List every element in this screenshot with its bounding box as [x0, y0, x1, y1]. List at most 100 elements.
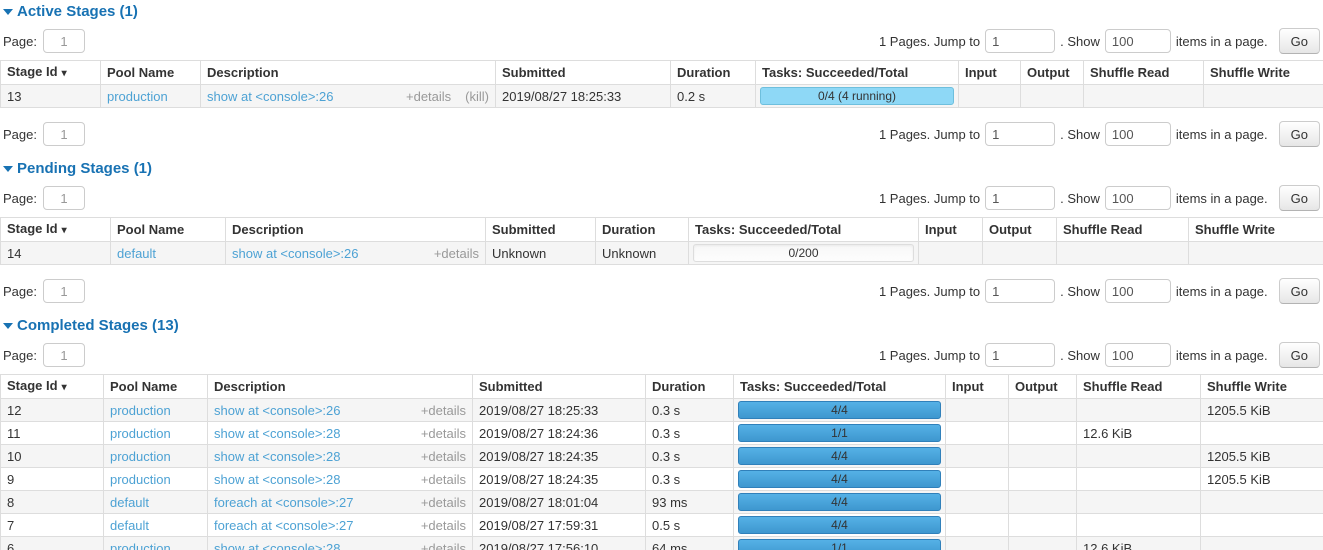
details-toggle[interactable]: +details: [421, 449, 466, 464]
column-header-shuffle_write[interactable]: Shuffle Write: [1201, 375, 1323, 399]
page-number-input[interactable]: [43, 29, 85, 53]
items-per-page-input[interactable]: [1105, 279, 1171, 303]
jump-to-page-input[interactable]: [985, 343, 1055, 367]
go-button[interactable]: Go: [1279, 185, 1320, 211]
details-toggle[interactable]: +details: [421, 495, 466, 510]
kill-link[interactable]: (kill): [465, 89, 489, 104]
active-stages-table: Stage Id▾Pool NameDescription Submitted Du…: [0, 60, 1323, 108]
column-header-input[interactable]: Input: [946, 375, 1009, 399]
pool-name-link[interactable]: default: [117, 246, 156, 261]
page-number-input[interactable]: [43, 343, 85, 367]
column-header-submitted[interactable]: Submitted: [496, 61, 671, 85]
items-per-page-input[interactable]: [1105, 343, 1171, 367]
column-header-description[interactable]: Description: [201, 61, 496, 85]
column-header-submitted[interactable]: Submitted: [473, 375, 646, 399]
details-toggle[interactable]: +details: [421, 518, 466, 533]
column-header-output[interactable]: Output: [983, 218, 1057, 242]
page-number-input[interactable]: [43, 122, 85, 146]
details-toggle[interactable]: +details: [421, 426, 466, 441]
duration-cell: 0.3 s: [646, 445, 734, 468]
submitted-cell: 2019/08/27 17:59:31: [473, 514, 646, 537]
section-heading-active[interactable]: Active Stages (1): [3, 3, 1322, 21]
go-button[interactable]: Go: [1279, 278, 1320, 304]
pool-name-link[interactable]: production: [110, 426, 171, 441]
stage-description-link[interactable]: show at <console>:28: [214, 472, 421, 487]
column-header-shuffle_read[interactable]: Shuffle Read: [1077, 375, 1201, 399]
go-button[interactable]: Go: [1279, 342, 1320, 368]
column-header-description[interactable]: Description: [208, 375, 473, 399]
page-number-input[interactable]: [43, 279, 85, 303]
items-per-page-input[interactable]: [1105, 122, 1171, 146]
stage-description-link[interactable]: show at <console>:28: [214, 541, 421, 550]
jump-to-page-input[interactable]: [985, 279, 1055, 303]
column-header-tasks[interactable]: Tasks: Succeeded/Total: [734, 375, 946, 399]
go-button[interactable]: Go: [1279, 28, 1320, 54]
column-header-pool[interactable]: Pool Name: [104, 375, 208, 399]
items-per-page-input[interactable]: [1105, 186, 1171, 210]
section-heading-completed[interactable]: Completed Stages (13): [3, 317, 1322, 335]
page-number-input[interactable]: [43, 186, 85, 210]
stage-description-link[interactable]: show at <console>:28: [214, 449, 421, 464]
column-header-submitted[interactable]: Submitted: [486, 218, 596, 242]
column-header-tasks[interactable]: Tasks: Succeeded/Total: [689, 218, 919, 242]
pool-name-link[interactable]: production: [110, 449, 171, 464]
column-header-pool[interactable]: Pool Name: [101, 61, 201, 85]
jump-to-page-input[interactable]: [985, 186, 1055, 210]
column-header-pool[interactable]: Pool Name: [111, 218, 226, 242]
column-header-duration[interactable]: Duration: [646, 375, 734, 399]
pending-stages-table: Stage Id▾Pool NameDescriptionSubmittedDu…: [0, 217, 1323, 265]
stage-description-link[interactable]: foreach at <console>:27: [214, 518, 421, 533]
jump-to-page-input[interactable]: [985, 122, 1055, 146]
output-cell: [983, 242, 1057, 265]
stage-id-cell: 14: [1, 242, 111, 265]
column-header-input[interactable]: Input: [919, 218, 983, 242]
jump-to-page-input[interactable]: [985, 29, 1055, 53]
shuffle-read-cell: [1084, 85, 1204, 108]
details-toggle[interactable]: +details: [421, 403, 466, 418]
pages-count-text: 1 Pages. Jump to: [879, 34, 980, 49]
show-label: . Show: [1060, 34, 1100, 49]
column-header-stage_id[interactable]: Stage Id▾: [1, 375, 104, 399]
stage-description-link[interactable]: show at <console>:26: [232, 246, 434, 261]
column-header-duration[interactable]: Duration: [671, 61, 756, 85]
column-header-stage_id[interactable]: Stage Id▾: [1, 218, 111, 242]
description-cell: foreach at <console>:27+details: [208, 491, 473, 514]
column-header-description[interactable]: Description: [226, 218, 486, 242]
collapse-arrow-icon: [3, 323, 13, 329]
section-heading-pending[interactable]: Pending Stages (1): [3, 160, 1322, 178]
stage-description-link[interactable]: foreach at <console>:27: [214, 495, 421, 510]
stage-description-link[interactable]: show at <console>:26: [207, 89, 406, 104]
items-per-page-input[interactable]: [1105, 29, 1171, 53]
pool-name-link[interactable]: production: [110, 403, 171, 418]
table-header-row: Stage Id▾Pool NameDescription Submitted Du…: [1, 61, 1323, 85]
column-header-stage_id[interactable]: Stage Id▾: [1, 61, 101, 85]
column-header-shuffle_read[interactable]: Shuffle Read: [1084, 61, 1204, 85]
pool-name-link[interactable]: default: [110, 495, 149, 510]
page-label: Page:: [3, 127, 37, 142]
pool-name-link[interactable]: default: [110, 518, 149, 533]
column-header-output[interactable]: Output: [1021, 61, 1084, 85]
stage-description-link[interactable]: show at <console>:26: [214, 403, 421, 418]
stage-row: 7defaultforeach at <console>:27+details2…: [1, 514, 1323, 537]
stage-description-link[interactable]: show at <console>:28: [214, 426, 421, 441]
pool-name-link[interactable]: production: [110, 541, 171, 550]
pool-name-link[interactable]: production: [107, 89, 168, 104]
column-header-output[interactable]: Output: [1009, 375, 1077, 399]
column-header-input[interactable]: Input: [959, 61, 1021, 85]
column-header-duration[interactable]: Duration: [596, 218, 689, 242]
column-header-label: Stage Id: [7, 64, 58, 79]
pool-name-link[interactable]: production: [110, 472, 171, 487]
column-header-shuffle_write[interactable]: Shuffle Write: [1204, 61, 1323, 85]
stage-id-cell: 6: [1, 537, 104, 550]
column-header-shuffle_write[interactable]: Shuffle Write: [1189, 218, 1323, 242]
column-header-tasks[interactable]: Tasks: Succeeded/Total: [756, 61, 959, 85]
go-button[interactable]: Go: [1279, 121, 1320, 147]
details-toggle[interactable]: +details: [421, 541, 466, 550]
tasks-progress-bar: 1/1: [738, 539, 941, 550]
details-toggle[interactable]: +details: [406, 89, 451, 104]
column-header-label: Submitted: [502, 65, 566, 80]
details-toggle[interactable]: +details: [434, 246, 479, 261]
show-label: . Show: [1060, 348, 1100, 363]
column-header-shuffle_read[interactable]: Shuffle Read: [1057, 218, 1189, 242]
details-toggle[interactable]: +details: [421, 472, 466, 487]
